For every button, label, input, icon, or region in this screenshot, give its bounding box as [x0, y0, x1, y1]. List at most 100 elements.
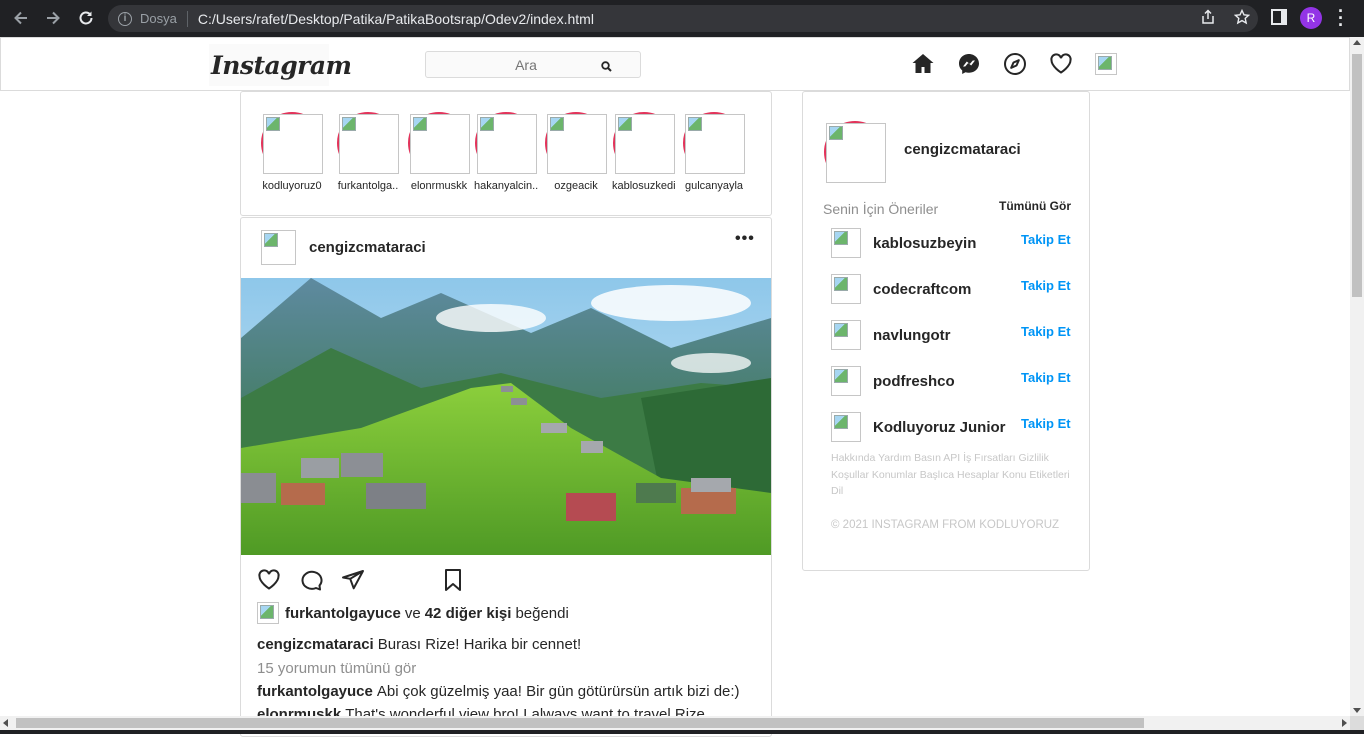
story-avatar — [614, 114, 675, 174]
likes-others[interactable]: 42 diğer kişi — [425, 605, 512, 622]
scroll-down-arrow-icon[interactable] — [1353, 708, 1361, 713]
story-username: hakanyalcin.. — [474, 180, 539, 192]
suggestion-username[interactable]: podfreshco — [873, 373, 955, 390]
suggestion-username[interactable]: navlungotr — [873, 327, 951, 344]
story-avatar — [410, 114, 470, 174]
divider — [186, 10, 188, 27]
suggestion-avatar[interactable] — [831, 412, 861, 442]
current-username[interactable]: cengizcmataraci — [904, 141, 1021, 158]
story-item[interactable]: hakanyalcin.. — [474, 112, 538, 192]
stories-bar: kodluyoruz0 furkantolga.. elonrmuskk hak… — [240, 91, 772, 216]
save-bookmark-icon[interactable] — [441, 568, 465, 597]
suggestion-username[interactable]: Kodluyoruz Junior — [873, 419, 1006, 436]
post-photo[interactable] — [241, 278, 771, 555]
likes-line: furkantolgayuce ve 42 diğer kişi beğendi — [257, 602, 569, 624]
profile-avatar[interactable]: R — [1300, 7, 1322, 29]
view-all-comments-link[interactable]: 15 yorumun tümünü gör — [257, 660, 416, 677]
comment-icon[interactable] — [299, 568, 323, 592]
story-username: elonrmuskk — [410, 180, 468, 192]
caption-text: Burası Rize! Harika bir cennet! — [377, 636, 582, 653]
search-icon[interactable] — [601, 59, 612, 77]
url-text[interactable]: C:/Users/rafet/Desktop/Patika/PatikaBoot… — [198, 11, 594, 27]
post-actions — [257, 568, 461, 592]
vertical-scroll-thumb[interactable] — [1352, 54, 1362, 297]
story-username: kablosuzkedi — [612, 180, 676, 192]
likes-connector: ve — [404, 604, 421, 622]
comment-username[interactable]: furkantolgayuce — [257, 683, 373, 700]
explore-icon[interactable] — [1003, 52, 1027, 76]
browser-toolbar: i Dosya C:/Users/rafet/Desktop/Patika/Pa… — [0, 0, 1364, 37]
scroll-right-arrow-icon[interactable] — [1342, 719, 1347, 727]
footer-links[interactable]: Hakkında Yardım Basın API İş Fırsatları … — [831, 450, 1071, 500]
suggestion-username[interactable]: kablosuzbeyin — [873, 235, 976, 252]
menu-dots-icon[interactable]: · · · — [1338, 2, 1344, 34]
follow-button[interactable]: Takip Et — [1021, 370, 1071, 385]
liker-avatar[interactable] — [257, 602, 279, 624]
story-item[interactable]: ozgeacik — [545, 112, 607, 192]
suggestions-title: Senin İçin Öneriler — [823, 201, 939, 217]
heart-icon[interactable] — [1049, 52, 1073, 76]
horizontal-scrollbar[interactable] — [0, 716, 1350, 730]
messenger-icon[interactable] — [957, 52, 981, 76]
suggestion-avatar[interactable] — [831, 228, 861, 258]
follow-button[interactable]: Takip Et — [1021, 278, 1071, 293]
story-item[interactable]: kodluyoruz0 — [261, 112, 323, 192]
comment-text: Abi çok güzelmiş yaa! Bir gün götürürsün… — [376, 683, 740, 700]
suggestion-item: navlungotr Takip Et — [831, 320, 1071, 352]
story-item[interactable]: elonrmuskk — [408, 112, 470, 192]
story-username: kodluyoruz0 — [262, 180, 322, 192]
horizontal-scroll-thumb[interactable] — [16, 718, 1144, 728]
story-avatar — [263, 114, 323, 174]
share-icon[interactable] — [1200, 9, 1216, 29]
side-panel-icon[interactable] — [1271, 9, 1287, 25]
profile-thumbnail[interactable] — [1095, 53, 1117, 75]
suggestion-avatar[interactable] — [831, 320, 861, 350]
story-username: gulcanyayla — [684, 180, 744, 192]
story-item[interactable]: kablosuzkedi — [612, 112, 676, 192]
share-send-icon[interactable] — [341, 568, 365, 592]
story-avatar — [547, 114, 607, 174]
follow-button[interactable]: Takip Et — [1021, 324, 1071, 339]
caption-username[interactable]: cengizcmataraci — [257, 636, 374, 653]
suggestion-avatar[interactable] — [831, 274, 861, 304]
copyright-text: © 2021 INSTAGRAM FROM KODLUYORUZ — [831, 519, 1060, 531]
scroll-up-arrow-icon[interactable] — [1353, 40, 1361, 45]
follow-button[interactable]: Takip Et — [1021, 416, 1071, 431]
back-arrow-icon[interactable] — [5, 2, 37, 34]
search-box[interactable] — [425, 51, 641, 78]
feed-post: cengizcmataraci ••• furkantolgayuce ve 4… — [240, 217, 772, 737]
more-options-icon[interactable]: ••• — [735, 230, 755, 248]
story-avatar — [477, 114, 538, 174]
bookmark-star-icon[interactable] — [1233, 8, 1251, 29]
post-author-name[interactable]: cengizcmataraci — [309, 239, 426, 256]
scroll-left-arrow-icon[interactable] — [3, 719, 8, 727]
like-heart-icon[interactable] — [257, 568, 281, 592]
story-ring — [475, 112, 538, 174]
story-item[interactable]: furkantolga.. — [337, 112, 399, 192]
search-input[interactable] — [426, 56, 606, 73]
vertical-scrollbar[interactable] — [1350, 37, 1364, 716]
reload-icon[interactable] — [70, 2, 102, 34]
suggestion-avatar[interactable] — [831, 366, 861, 396]
instagram-logo[interactable]: Instagram — [209, 44, 352, 86]
story-ring — [545, 112, 607, 174]
follow-button[interactable]: Takip Et — [1021, 232, 1071, 247]
suggestion-username[interactable]: codecraftcom — [873, 281, 971, 298]
story-ring — [261, 112, 323, 174]
story-avatar — [339, 114, 399, 174]
home-icon[interactable] — [911, 52, 935, 76]
story-ring — [683, 112, 745, 174]
suggestion-item: kablosuzbeyin Takip Et — [831, 228, 1071, 260]
info-icon[interactable]: i — [118, 11, 132, 26]
post-author-avatar[interactable] — [261, 230, 296, 265]
likes-suffix: beğendi — [515, 604, 569, 622]
suggestion-item: podfreshco Takip Et — [831, 366, 1071, 398]
liker-username[interactable]: furkantolgayuce — [285, 605, 401, 622]
profile-ring[interactable] — [824, 121, 886, 183]
profile-avatar-image — [826, 123, 886, 183]
suggestions-sidebar: cengizcmataraci Senin İçin Öneriler Tümü… — [802, 91, 1090, 571]
address-bar[interactable]: i Dosya C:/Users/rafet/Desktop/Patika/Pa… — [108, 5, 1258, 32]
story-item[interactable]: gulcanyayla — [683, 112, 745, 192]
forward-arrow-icon[interactable] — [37, 2, 69, 34]
see-all-link[interactable]: Tümünü Gör — [999, 199, 1071, 213]
